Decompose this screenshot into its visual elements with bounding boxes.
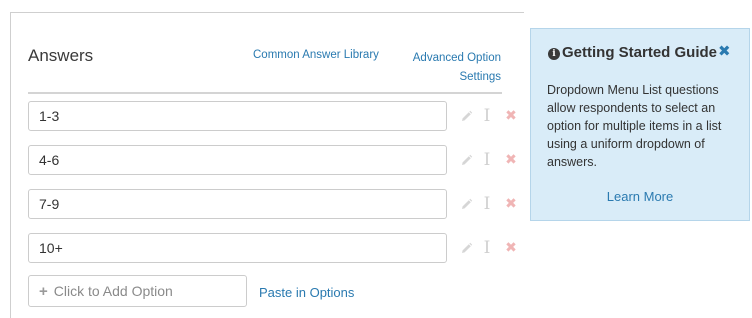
- answer-option-input[interactable]: [28, 189, 447, 219]
- answer-row: I ✖: [28, 101, 523, 131]
- text-cursor-icon[interactable]: I: [480, 196, 494, 213]
- answer-option-input[interactable]: [28, 145, 447, 175]
- add-option-label: Click to Add Option: [53, 283, 173, 299]
- guide-title: Getting Started Guide: [562, 44, 718, 61]
- close-icon[interactable]: ✖: [718, 43, 731, 61]
- plus-icon: +: [39, 282, 48, 300]
- answer-option-input[interactable]: [28, 233, 447, 263]
- pencil-icon[interactable]: [459, 108, 473, 124]
- text-cursor-icon[interactable]: I: [480, 108, 494, 125]
- paste-in-options-link[interactable]: Paste in Options: [259, 285, 354, 300]
- close-icon[interactable]: ✖: [504, 108, 518, 124]
- advanced-option-settings-link[interactable]: Advanced Option Settings: [400, 49, 501, 87]
- pencil-icon[interactable]: [459, 196, 473, 212]
- text-cursor-icon[interactable]: I: [480, 240, 494, 257]
- pencil-icon[interactable]: [459, 240, 473, 256]
- add-option-button[interactable]: + Click to Add Option: [28, 275, 247, 307]
- answer-row: I ✖: [28, 145, 523, 175]
- answers-heading: Answers: [28, 46, 94, 65]
- pencil-icon[interactable]: [459, 152, 473, 168]
- advanced-option-settings-label-line2: Settings: [459, 71, 501, 83]
- getting-started-guide: i Getting Started Guide ✖ Dropdown Menu …: [530, 28, 750, 221]
- answer-option-input[interactable]: [28, 101, 447, 131]
- header-divider: [28, 92, 502, 94]
- text-cursor-icon[interactable]: I: [480, 152, 494, 169]
- answer-row: I ✖: [28, 189, 523, 219]
- close-icon[interactable]: ✖: [504, 240, 518, 256]
- guide-description: Dropdown Menu List questions allow respo…: [547, 83, 722, 169]
- common-answer-library-link[interactable]: Common Answer Library: [253, 49, 379, 61]
- answer-row: I ✖: [28, 233, 523, 263]
- advanced-option-settings-label-line1: Advanced Option: [412, 52, 501, 64]
- info-icon: i: [548, 48, 560, 60]
- learn-more-link[interactable]: Learn More: [531, 189, 749, 204]
- close-icon[interactable]: ✖: [504, 196, 518, 212]
- close-icon[interactable]: ✖: [504, 152, 518, 168]
